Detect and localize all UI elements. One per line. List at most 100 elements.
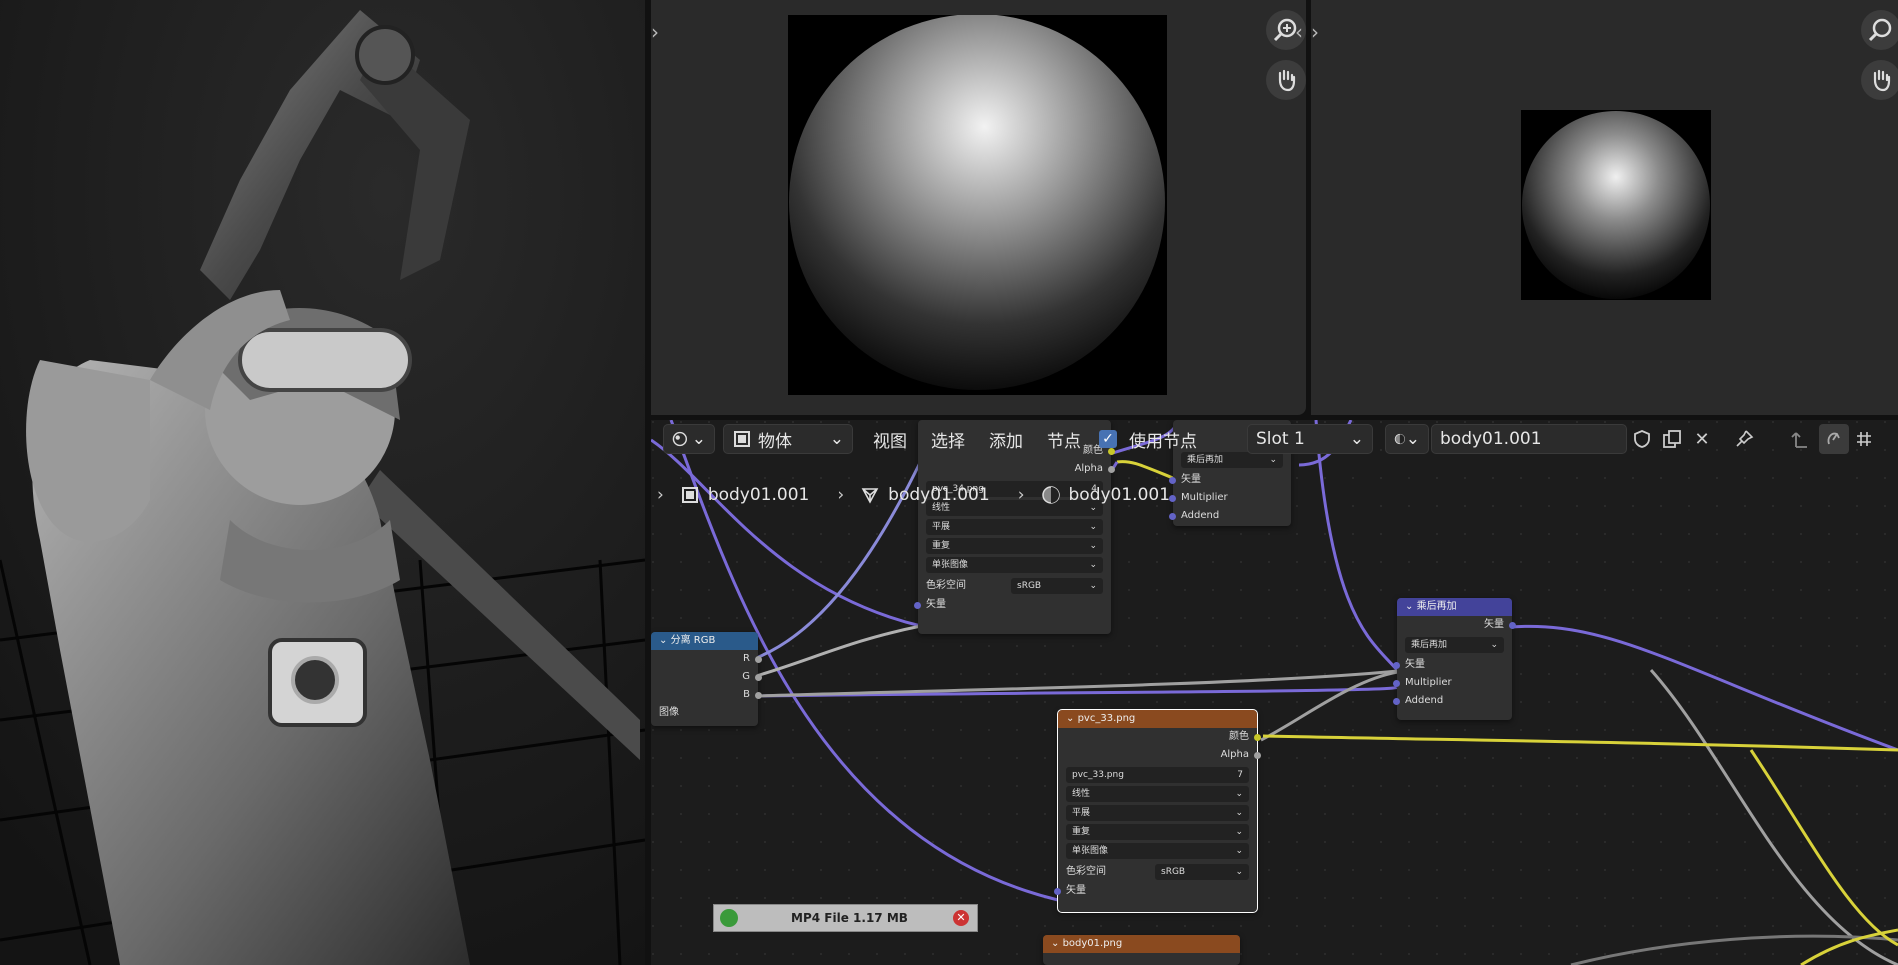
mesh-data-icon <box>861 488 879 504</box>
texture-preview-small <box>1521 110 1711 300</box>
snap-icon[interactable] <box>1819 424 1849 454</box>
interpolation-select[interactable]: 线性 ⌄ <box>1066 786 1249 802</box>
socket[interactable] <box>755 692 762 699</box>
breadcrumb-object[interactable]: body01.001 <box>680 485 809 505</box>
socket[interactable] <box>755 674 762 681</box>
menu-view[interactable]: 视图 <box>861 427 919 452</box>
input-image: 图像 <box>659 707 679 718</box>
material-name-field[interactable]: body01.001 <box>1431 424 1627 454</box>
shield-icon[interactable] <box>1627 424 1657 454</box>
chevron-down-icon: ⌄ <box>1349 429 1364 449</box>
input-vector: 矢量 <box>914 596 1111 614</box>
editor-type-dropdown[interactable]: ⌄ <box>663 424 715 454</box>
parent-node-tree-icon[interactable] <box>1785 424 1815 454</box>
notification-text: MP4 File 1.17 MB <box>791 911 908 925</box>
input-multiplier: Multiplier <box>1393 674 1512 692</box>
slot-dropdown[interactable]: Slot 1 ⌄ <box>1247 424 1373 454</box>
output-b: B <box>651 686 762 704</box>
source-select[interactable]: 单张图像 ⌄ <box>926 557 1103 573</box>
extension-select[interactable]: 重复 ⌄ <box>926 538 1103 554</box>
chevron-left-icon[interactable]: ‹ <box>1295 22 1303 42</box>
node-title: 分离 RGB <box>670 635 716 646</box>
chevron-right-icon[interactable]: › <box>651 22 659 42</box>
material-sphere-icon <box>1041 486 1060 504</box>
duplicate-icon[interactable] <box>1657 424 1687 454</box>
image-editor-right[interactable]: › <box>1311 0 1898 415</box>
image-texture-node-body01[interactable]: ⌄ body01.png <box>1043 935 1240 965</box>
separate-rgb-node[interactable]: ⌄ 分离 RGB R G B 图像 <box>651 632 762 726</box>
chevron-right-icon: › <box>837 485 845 505</box>
output-g: G <box>651 668 762 686</box>
output-alpha: Alpha <box>918 460 1115 478</box>
socket[interactable] <box>755 656 762 663</box>
shader-editor-icon <box>672 431 688 447</box>
object-icon <box>734 431 750 447</box>
object-icon <box>681 487 698 503</box>
chevron-down-icon: ⌄ <box>1089 541 1097 551</box>
source-select[interactable]: 单张图像 ⌄ <box>1066 843 1249 859</box>
breadcrumb: › body01.001 › body01.001 › body01.001 <box>651 480 1170 510</box>
texture-preview-large <box>788 14 1167 395</box>
material-sphere-icon <box>1394 433 1406 445</box>
chevron-right-icon[interactable]: › <box>1311 22 1319 42</box>
input-vector: 矢量 <box>1054 882 1257 900</box>
socket[interactable] <box>1108 466 1115 473</box>
checkbox-icon: ✓ <box>1099 430 1117 448</box>
input-vector: 矢量 <box>1169 471 1291 489</box>
close-icon[interactable]: ✕ <box>953 910 969 926</box>
image-texture-node-pvc33[interactable]: ⌄ pvc_33.png 颜色 Alpha pvc_33.png 7 线性 ⌄ 平… <box>1054 709 1261 913</box>
output-r: R <box>651 650 762 668</box>
zoom-in-icon[interactable] <box>1861 10 1898 50</box>
input-addend: Addend <box>1169 507 1291 525</box>
chevron-down-icon: ⌄ <box>829 429 844 449</box>
chevron-down-icon: ⌄ <box>1235 846 1243 856</box>
hand-pan-icon[interactable] <box>1266 60 1306 100</box>
pin-icon[interactable] <box>1729 424 1759 454</box>
breadcrumb-material[interactable]: body01.001 <box>1041 485 1170 505</box>
image-selector[interactable]: pvc_33.png 7 <box>1066 767 1249 783</box>
projection-select[interactable]: 平展 ⌄ <box>1066 805 1249 821</box>
multiply-add-node[interactable]: ⌄ 乘后再加 矢量 乘后再加 ⌄ 矢量 Multiplier Addend <box>1393 598 1516 720</box>
collapse-chevron-icon[interactable]: ⌄ <box>659 635 667 646</box>
chevron-down-icon: ⌄ <box>1235 789 1243 799</box>
output-color: 颜色 <box>1058 728 1261 746</box>
file-icon <box>720 909 738 927</box>
viewport-3d[interactable] <box>0 0 645 965</box>
menu-add[interactable]: 添加 <box>977 427 1035 452</box>
material-browse-button[interactable]: ⌄ <box>1385 424 1429 454</box>
use-nodes-toggle[interactable]: ✓ 使用节点 <box>1099 427 1197 452</box>
output-alpha: Alpha <box>1058 746 1261 764</box>
close-icon[interactable]: ✕ <box>1687 424 1717 454</box>
collapse-chevron-icon[interactable]: ⌄ <box>1051 938 1059 949</box>
chevron-right-icon: › <box>657 485 664 505</box>
colorspace-row: 色彩空间 sRGB ⌄ <box>1058 862 1257 882</box>
collapse-chevron-icon[interactable]: ⌄ <box>1405 601 1413 612</box>
hand-pan-icon[interactable] <box>1861 60 1898 100</box>
input-addend: Addend <box>1393 692 1512 710</box>
chevron-down-icon: ⌄ <box>1089 560 1097 570</box>
object-mode-dropdown[interactable]: 物体 ⌄ <box>723 424 853 454</box>
menu-node[interactable]: 节点 <box>1035 427 1093 452</box>
operation-select[interactable]: 乘后再加 ⌄ <box>1405 637 1504 653</box>
projection-select[interactable]: 平展 ⌄ <box>926 519 1103 535</box>
download-notification[interactable]: MP4 File 1.17 MB ✕ <box>713 904 978 932</box>
breadcrumb-mesh[interactable]: body01.001 <box>860 485 990 505</box>
node-editor-header: ⌄ 物体 ⌄ 视图 选择 添加 节点 ✓ 使用节点 Slot 1 ⌄ ⌄ bod… <box>651 420 1898 458</box>
collapse-chevron-icon[interactable]: ⌄ <box>1066 713 1074 724</box>
chevron-down-icon: ⌄ <box>1235 827 1243 837</box>
socket[interactable] <box>914 602 921 609</box>
chevron-down-icon: ⌄ <box>1235 808 1243 818</box>
input-multiplier: Multiplier <box>1169 489 1291 507</box>
menu-select[interactable]: 选择 <box>919 427 977 452</box>
input-vector: 矢量 <box>1393 656 1512 674</box>
image-editor-left[interactable]: › ‹ <box>651 0 1306 415</box>
chevron-down-icon: ⌄ <box>691 429 706 449</box>
colorspace-select[interactable]: sRGB ⌄ <box>1011 578 1103 594</box>
character-render <box>0 0 645 965</box>
extension-select[interactable]: 重复 ⌄ <box>1066 824 1249 840</box>
chevron-down-icon: ⌄ <box>1405 429 1420 449</box>
colorspace-select[interactable]: sRGB ⌄ <box>1155 864 1249 880</box>
chevron-down-icon: ⌄ <box>1089 522 1097 532</box>
grid-snap-icon[interactable] <box>1849 424 1879 454</box>
chevron-right-icon: › <box>1017 485 1025 505</box>
